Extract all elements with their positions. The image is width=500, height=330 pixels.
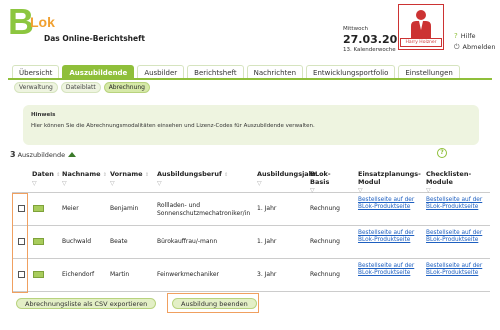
cell-basis: Rechnung: [310, 271, 340, 278]
tab-ausbilder[interactable]: Ausbilder: [137, 65, 185, 78]
top-links: ? Hilfe ⏻ Abmelden: [454, 31, 496, 53]
col-nachname-label: Nachname: [62, 170, 101, 178]
subtab-verwaltung[interactable]: Verwaltung: [14, 82, 58, 93]
user-avatar[interactable]: Harry Holzner: [398, 4, 444, 50]
col-beruf[interactable]: Ausbildungsberuf ⇕ ▽: [157, 170, 228, 188]
user-icon: [411, 10, 431, 38]
trainee-table: Daten ⇕ ▽ Nachname ⇕ ▽ Vorname ⇕ ▽ Ausbildu…: [12, 165, 490, 292]
table-row: Meier Benjamin Rollladen- und Sonnenschu…: [12, 193, 490, 226]
data-sheet-icon[interactable]: [33, 238, 44, 245]
col-checkliste-label: Checklisten-Module: [426, 170, 472, 186]
filter-icon[interactable]: ▽: [62, 180, 107, 188]
main-tabs: Übersicht Auszubildende Ausbilder Berich…: [12, 65, 463, 78]
col-vorname-label: Vorname: [110, 170, 143, 178]
col-daten[interactable]: Daten ⇕ ▽: [32, 170, 60, 188]
cell-basis: Rechnung: [310, 238, 340, 245]
hint-title: Hinweis: [31, 112, 56, 118]
logo-subtitle: Das Online-Berichtsheft: [44, 34, 145, 43]
cell-jahr: 1. Jahr: [257, 205, 277, 212]
filter-icon[interactable]: ▽: [157, 180, 228, 188]
table-row: Eichendorf Martin Feinwerkmechaniker 3. …: [12, 259, 490, 292]
checkbox-column-highlight: [12, 193, 28, 293]
col-basis[interactable]: BLok-Basis ▽: [310, 170, 344, 195]
hint-text: Hier können Sie die Abrechnungsmodalität…: [31, 123, 315, 129]
power-icon: ⏻: [454, 43, 460, 51]
data-sheet-icon[interactable]: [33, 271, 44, 278]
cell-vorname: Martin: [110, 271, 130, 278]
table-header: Daten ⇕ ▽ Nachname ⇕ ▽ Vorname ⇕ ▽ Ausbildu…: [12, 165, 490, 195]
filter-icon[interactable]: ▽: [110, 180, 149, 188]
tabbar-divider: [8, 78, 492, 80]
count-number: 3: [10, 150, 16, 159]
subtab-abrechnung[interactable]: Abrechnung: [103, 82, 150, 93]
cell-basis: Rechnung: [310, 205, 340, 212]
logout-label: Abmelden: [462, 43, 496, 51]
col-beruf-label: Ausbildungsberuf: [157, 170, 222, 178]
tab-auszubildende[interactable]: Auszubildende: [62, 65, 135, 78]
checkliste-order-link[interactable]: Bestellseite auf der BLok-Produktseite: [426, 197, 486, 211]
collapse-triangle-icon[interactable]: [68, 152, 77, 157]
cell-nachname: Buchwald: [62, 238, 92, 245]
cell-jahr: 1. Jahr: [257, 238, 277, 245]
cell-nachname: Eichendorf: [62, 271, 95, 278]
einsatz-order-link[interactable]: Bestellseite auf der BLok-Produktseite: [358, 263, 416, 277]
end-training-highlight: [167, 293, 259, 313]
einsatz-order-link[interactable]: Bestellseite auf der BLok-Produktseite: [358, 197, 416, 211]
sub-tabs: Verwaltung Dateiblatt Abrechnung: [14, 82, 150, 93]
help-label: Hilfe: [460, 32, 476, 40]
logout-link[interactable]: ⏻ Abmelden: [454, 42, 496, 53]
sort-icon: ⇕: [224, 172, 229, 178]
tab-nachrichten[interactable]: Nachrichten: [246, 65, 304, 78]
count-label: Auszubildende: [17, 150, 66, 159]
cell-jahr: 3. Jahr: [257, 271, 277, 278]
cell-beruf: Feinwerkmechaniker: [157, 271, 220, 278]
col-einsatz-label: Einsatzplanungs-Modul: [358, 170, 421, 186]
col-checkliste[interactable]: Checklisten-Module ▽: [426, 170, 486, 195]
checkliste-order-link[interactable]: Bestellseite auf der BLok-Produktseite: [426, 263, 486, 277]
help-icon: ?: [454, 32, 458, 40]
sort-icon: ⇕: [144, 172, 150, 178]
sort-icon: ⇕: [102, 172, 107, 178]
data-sheet-icon[interactable]: [33, 205, 44, 212]
sort-icon: ⇕: [56, 172, 61, 178]
tab-berichtsheft[interactable]: Berichtsheft: [187, 65, 244, 78]
cell-vorname: Beate: [110, 238, 128, 245]
logo-mark-lok: Lok: [30, 14, 55, 30]
einsatz-order-link[interactable]: Bestellseite auf der BLok-Produktseite: [358, 230, 416, 244]
table-help-icon[interactable]: ?: [437, 148, 447, 158]
filter-icon[interactable]: ▽: [32, 180, 60, 188]
col-jahr-label: Ausbildungsjahr: [257, 170, 317, 178]
col-nachname[interactable]: Nachname ⇕ ▽: [62, 170, 107, 188]
trainee-count: 3 Auszubildende: [10, 150, 77, 159]
export-csv-button[interactable]: Abrechnungsliste als CSV exportieren: [16, 298, 157, 309]
checkliste-order-link[interactable]: Bestellseite auf der BLok-Produktseite: [426, 230, 486, 244]
table-row: Buchwald Beate Bürokauffrau/-mann 1. Jah…: [12, 226, 490, 259]
col-einsatz[interactable]: Einsatzplanungs-Modul ▽: [358, 170, 421, 195]
blok-logo[interactable]: B Lok Das Online-Berichtsheft: [8, 4, 145, 44]
cell-beruf: Rollladen- und Sonnenschutzmechatroniker…: [157, 202, 251, 217]
col-basis-label: BLok-Basis: [310, 170, 331, 186]
user-name: Harry Holzner: [400, 38, 442, 47]
cell-beruf: Bürokauffrau/-mann: [157, 238, 218, 245]
cell-vorname: Benjamin: [110, 205, 139, 212]
tab-entwicklungsportfolio[interactable]: Entwicklungsportfolio: [306, 65, 396, 78]
cell-nachname: Meier: [62, 205, 79, 212]
help-link[interactable]: ? Hilfe: [454, 31, 496, 42]
subtab-dateiblatt[interactable]: Dateiblatt: [60, 82, 101, 93]
tab-uebersicht[interactable]: Übersicht: [12, 65, 60, 78]
col-daten-label: Daten: [32, 170, 54, 178]
col-vorname[interactable]: Vorname ⇕ ▽: [110, 170, 149, 188]
hint-box: Hinweis Hier können Sie die Abrechnungsm…: [23, 105, 479, 145]
tab-einstellungen[interactable]: Einstellungen: [398, 65, 460, 78]
